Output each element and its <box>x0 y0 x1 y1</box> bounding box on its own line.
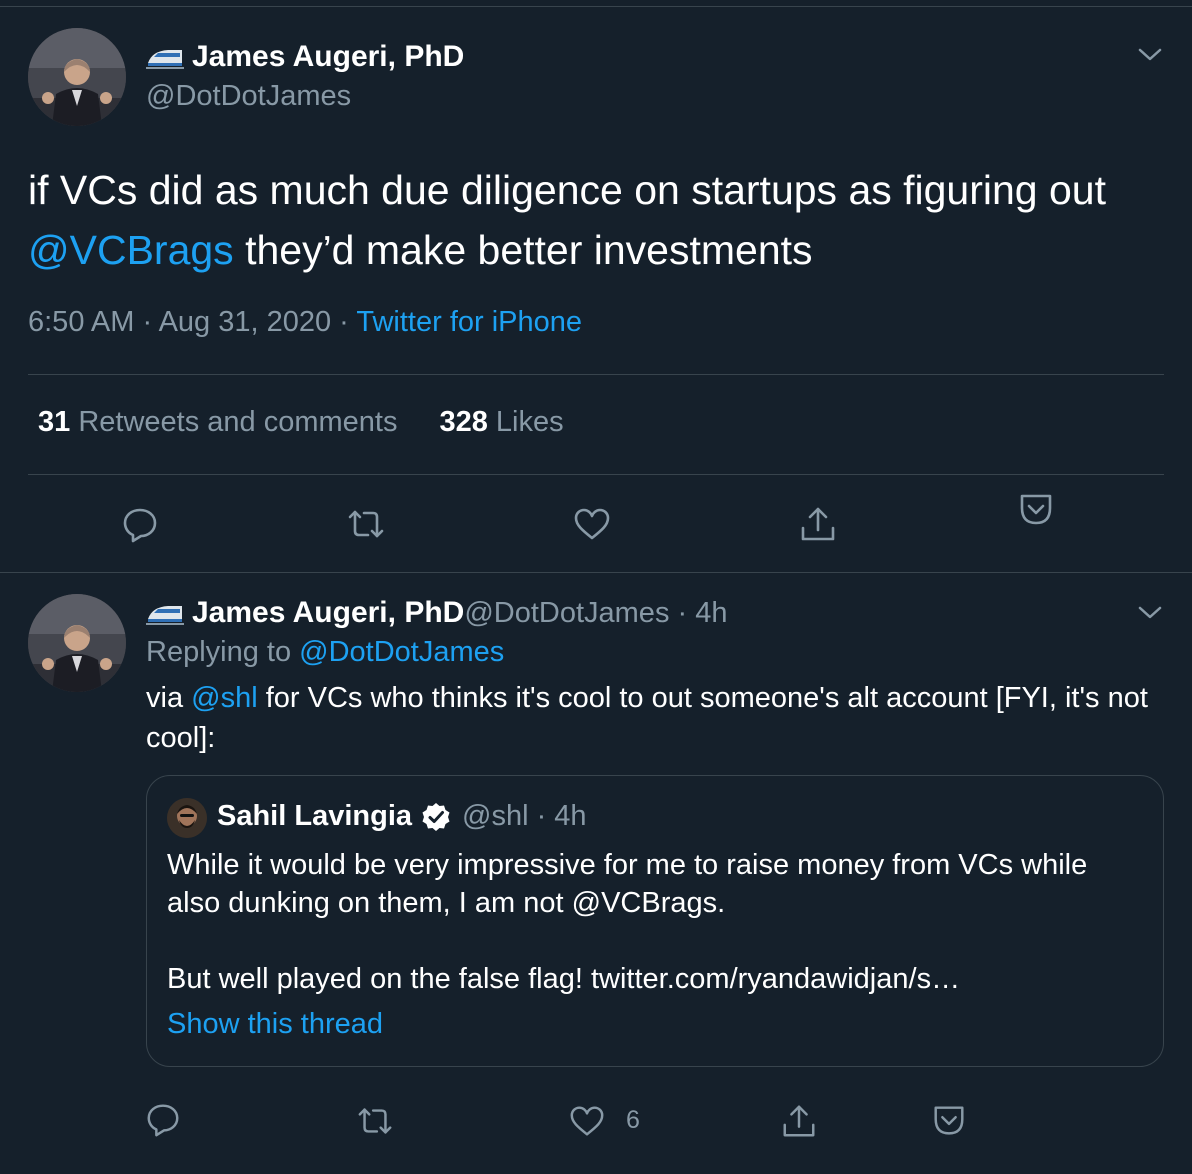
avatar[interactable] <box>28 594 126 692</box>
author-name-row[interactable]: James Augeri, PhD <box>146 40 464 74</box>
reply-text: via @shl for VCs who thinks it's cool to… <box>146 678 1176 758</box>
divider <box>28 374 1164 375</box>
pocket-icon[interactable] <box>1016 490 1056 530</box>
retweets-label: Retweets and comments <box>70 406 398 438</box>
replying-to-label: Replying to <box>146 636 300 668</box>
pocket-icon[interactable] <box>930 1102 968 1140</box>
retweets-stat[interactable]: 31 Retweets and comments <box>38 406 397 439</box>
quote-text: While it would be very impressive for me… <box>167 846 1127 998</box>
quote-paragraph: But well played on the false flag! twitt… <box>167 963 961 995</box>
verified-badge-icon <box>422 802 450 831</box>
avatar-image <box>28 594 126 692</box>
mention-link[interactable]: @shl <box>191 682 258 714</box>
tweet-stats: 31 Retweets and comments 328 Likes <box>38 406 564 439</box>
quote-header: Sahil Lavingia @shl · 4h <box>217 800 587 833</box>
retweet-icon[interactable] <box>346 504 386 544</box>
like-icon[interactable] <box>572 504 612 544</box>
like-count: 6 <box>626 1106 640 1134</box>
quoted-tweet-card[interactable]: Sahil Lavingia @shl · 4h While it would … <box>146 775 1164 1067</box>
tweet-source-link[interactable]: Twitter for iPhone <box>356 306 582 338</box>
reply-author-row[interactable]: James Augeri, PhD @DotDotJames · 4h <box>146 596 727 630</box>
reply-icon[interactable] <box>120 504 160 544</box>
divider <box>28 474 1164 475</box>
chevron-down-icon[interactable] <box>1136 598 1164 626</box>
show-thread-link[interactable]: Show this thread <box>167 1008 383 1041</box>
divider <box>0 6 1192 7</box>
quote-display-name: Sahil Lavingia <box>217 800 412 832</box>
chevron-down-icon[interactable] <box>1136 40 1164 68</box>
avatar-image <box>28 28 126 126</box>
quote-avatar <box>167 798 207 838</box>
tweet-text: if VCs did as much due diligence on star… <box>28 160 1158 280</box>
share-icon[interactable] <box>798 504 838 544</box>
tweet-text-part: they’d make better investments <box>233 227 813 273</box>
bullet-train-icon <box>146 606 184 625</box>
reply-display-name[interactable]: James Augeri, PhD <box>192 596 464 630</box>
reply-text-part: via <box>146 682 192 714</box>
reply-icon[interactable] <box>144 1100 182 1138</box>
bullet-train-icon <box>146 50 184 69</box>
quote-handle-time: @shl · 4h <box>462 800 587 832</box>
divider <box>0 572 1192 573</box>
likes-label: Likes <box>487 406 564 438</box>
tweet-text-part: if VCs did as much due diligence on star… <box>28 167 1106 213</box>
replying-to: Replying to @DotDotJames <box>146 636 504 669</box>
author-display-name[interactable]: James Augeri, PhD <box>192 40 464 74</box>
tweet-thread: James Augeri, PhD @DotDotJames if VCs di… <box>0 0 1192 1174</box>
share-icon[interactable] <box>780 1102 818 1140</box>
likes-stat[interactable]: 328 Likes <box>439 406 563 439</box>
reply-handle-time[interactable]: @DotDotJames · 4h <box>464 597 727 630</box>
reply-text-part: for VCs who thinks it's cool to out some… <box>146 682 1148 754</box>
author-handle[interactable]: @DotDotJames <box>146 80 351 113</box>
mention-link[interactable]: @VCBrags <box>28 227 234 273</box>
retweets-count: 31 <box>38 406 71 438</box>
quote-paragraph: While it would be very impressive for me… <box>167 849 1088 919</box>
replying-to-link[interactable]: @DotDotJames <box>299 636 504 668</box>
tweet-timestamp[interactable]: 6:50 AM · Aug 31, 2020 · <box>28 306 356 338</box>
likes-count: 328 <box>439 406 488 438</box>
avatar[interactable] <box>28 28 126 126</box>
like-icon[interactable] <box>568 1102 606 1140</box>
retweet-icon[interactable] <box>356 1102 394 1140</box>
quote-avatar-image <box>167 798 207 838</box>
tweet-meta: 6:50 AM · Aug 31, 2020 · Twitter for iPh… <box>28 306 582 339</box>
